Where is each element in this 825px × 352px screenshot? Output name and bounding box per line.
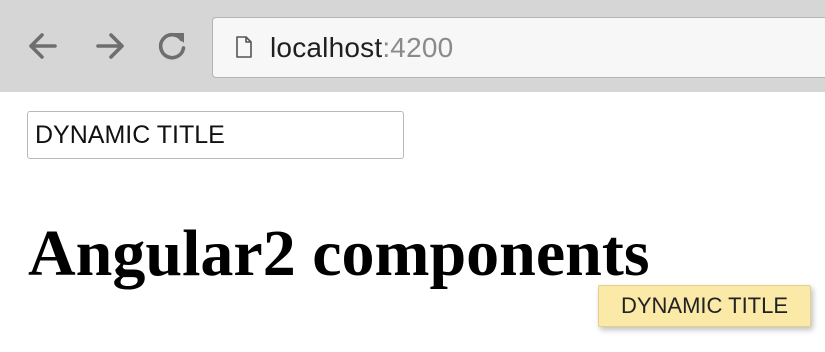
back-button[interactable]	[23, 26, 63, 66]
arrow-right-icon	[96, 33, 124, 59]
address-bar[interactable]: localhost:4200	[212, 17, 825, 78]
reload-button[interactable]	[152, 26, 192, 66]
page-title: Angular2 components	[28, 217, 650, 290]
url-port: :4200	[382, 32, 454, 63]
url-text[interactable]: localhost:4200	[270, 31, 453, 65]
title-tooltip: DYNAMIC TITLE	[598, 285, 811, 327]
browser-toolbar: localhost:4200	[0, 0, 825, 92]
reload-icon	[158, 32, 186, 60]
title-input[interactable]	[27, 111, 404, 159]
page-icon	[236, 36, 252, 58]
forward-button[interactable]	[90, 26, 130, 66]
arrow-left-icon	[29, 33, 57, 59]
url-host: localhost	[270, 32, 383, 63]
